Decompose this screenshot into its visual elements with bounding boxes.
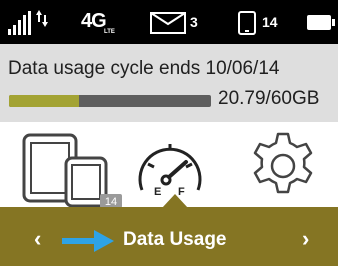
battery-icon: [307, 15, 335, 30]
connected-devices-icon[interactable]: 14: [18, 132, 126, 210]
nav-title: Data Usage: [123, 229, 227, 250]
bottom-nav-bar: ‹ Data Usage ›: [0, 207, 338, 266]
next-arrow-icon[interactable]: ›: [302, 228, 309, 250]
device-count: 14: [262, 14, 278, 30]
status-bar: 4G LTE 3 14: [0, 0, 338, 44]
previous-arrow-icon[interactable]: ‹: [34, 228, 41, 250]
gear-icon[interactable]: [245, 128, 321, 204]
selected-indicator: [162, 194, 188, 208]
usage-progress-fill: [9, 95, 79, 107]
network-sublabel: LTE: [104, 29, 115, 35]
gauge-empty-label: E: [154, 186, 161, 198]
envelope-icon[interactable]: [150, 12, 186, 34]
connected-devices-icon: [238, 11, 256, 35]
usage-panel: Data usage cycle ends 10/06/14 20.79/60G…: [0, 44, 338, 122]
network-type-label: 4G: [81, 10, 107, 32]
pointer-arrow-icon: [62, 230, 114, 252]
cycle-end-text: Data usage cycle ends 10/06/14: [8, 58, 280, 79]
message-count: 3: [190, 14, 198, 30]
signal-strength-icon: [8, 10, 48, 35]
data-transfer-icon: [36, 10, 48, 27]
usage-amount: 20.79/60GB: [218, 88, 320, 109]
usage-progress-bar: [9, 95, 211, 107]
